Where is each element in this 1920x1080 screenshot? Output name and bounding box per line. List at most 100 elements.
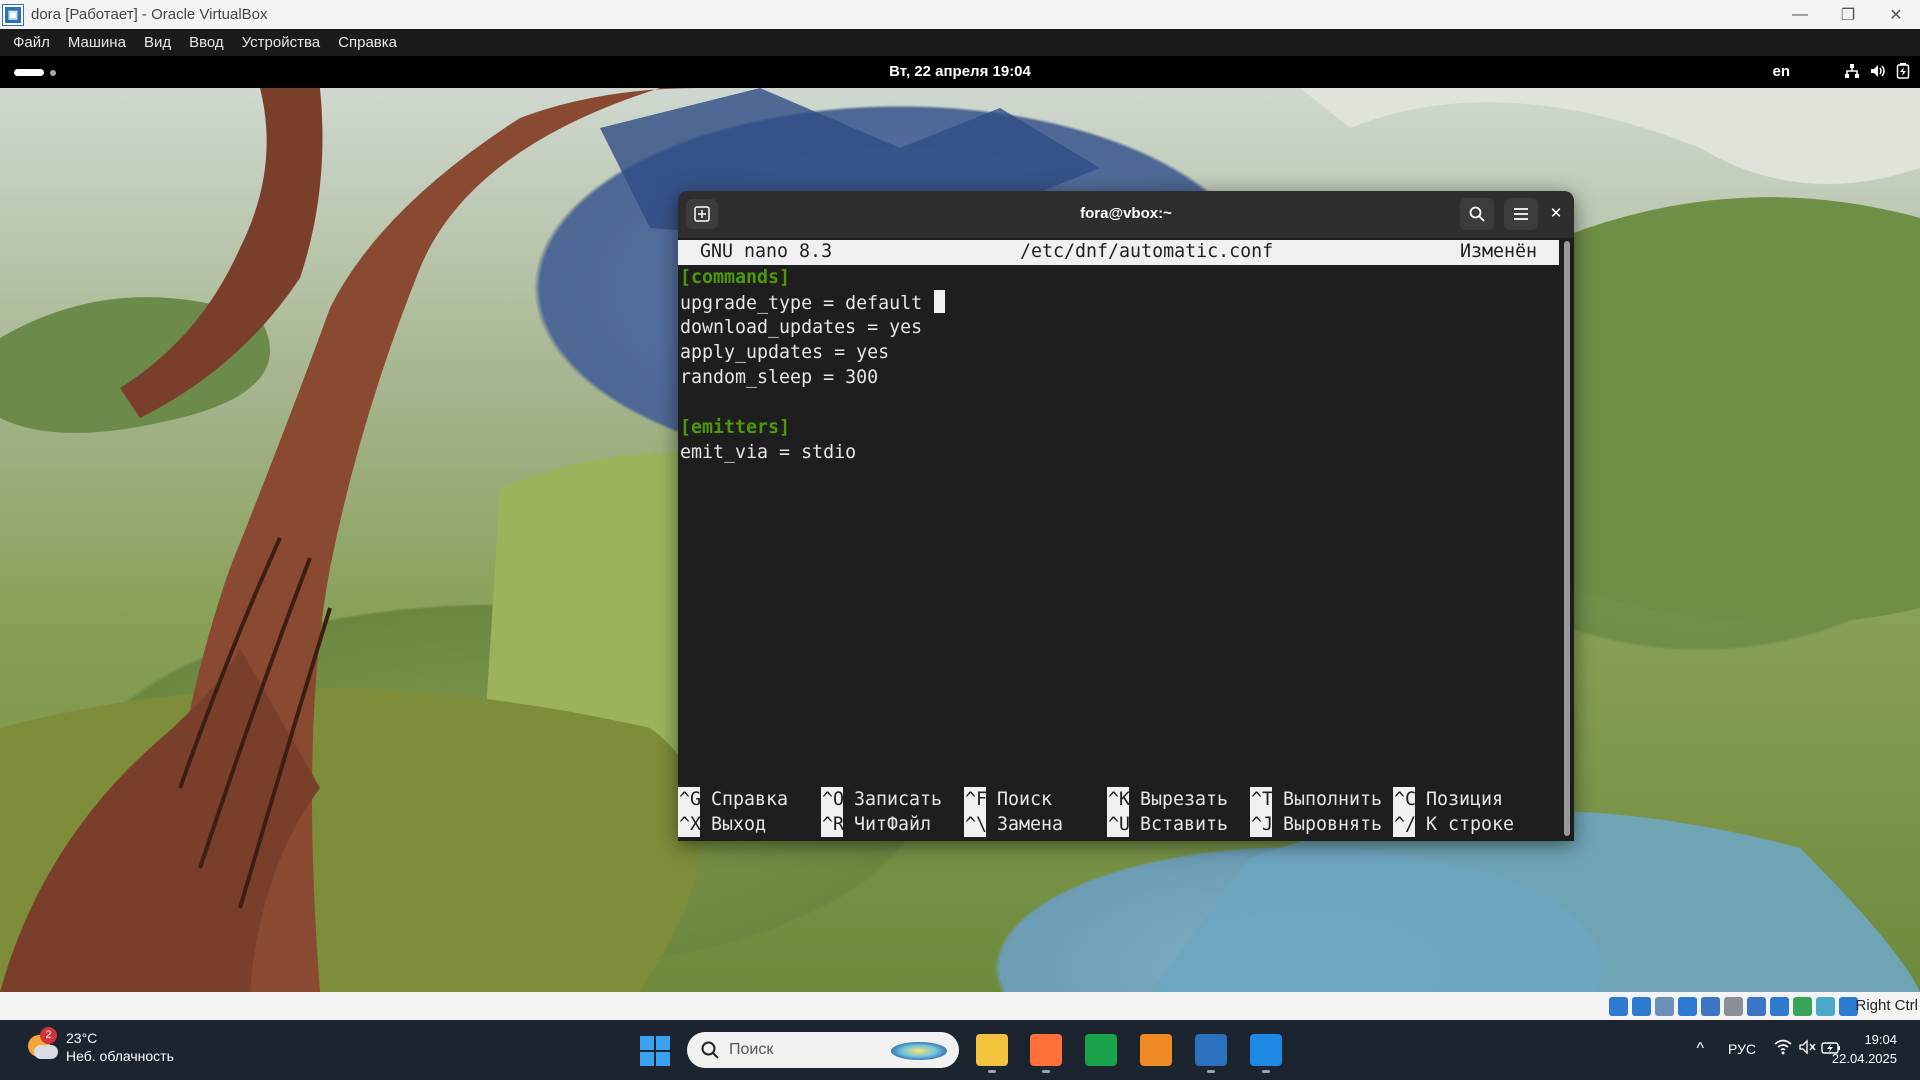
input-language[interactable]: РУС	[1728, 1041, 1756, 1057]
config-line-text: emit_via = stdio	[680, 442, 857, 463]
nano-text-area[interactable]: [commands] upgrade_type = default downloa…	[680, 265, 946, 465]
recording-icon[interactable]	[1770, 997, 1789, 1016]
running-indicator	[1207, 1070, 1215, 1073]
shortcut-label: Вырезать	[1140, 789, 1229, 810]
nano-shortcut[interactable]: ^O Записать	[821, 787, 964, 812]
shortcut-label: Выход	[711, 814, 767, 835]
taskbar-search[interactable]: Поиск	[687, 1032, 959, 1068]
shortcut-key: ^O	[821, 787, 845, 812]
usb-icon[interactable]	[1701, 997, 1720, 1016]
shortcut-key: ^X	[678, 812, 702, 837]
maximize-button[interactable]: ❐	[1824, 0, 1872, 29]
keyboard-layout-indicator[interactable]: en	[1772, 63, 1790, 80]
start-button[interactable]	[640, 1036, 670, 1066]
config-line: emit_via = stdio	[680, 440, 945, 465]
terminal-search-button[interactable]	[1460, 198, 1494, 230]
close-icon: ✕	[1549, 205, 1563, 222]
menu-input[interactable]: Ввод	[189, 34, 224, 51]
config-line: upgrade_type = default	[680, 290, 946, 315]
terminal-title: fora@vbox:~	[1080, 205, 1172, 222]
nano-shortcut[interactable]: ^\ Замена	[964, 812, 1107, 837]
menu-machine[interactable]: Машина	[68, 34, 126, 51]
minimize-button[interactable]: —	[1776, 0, 1824, 29]
network-adapter-icon[interactable]	[1678, 997, 1697, 1016]
nano-filename: /etc/dnf/automatic.conf	[1020, 241, 1274, 262]
cpu-icon[interactable]	[1793, 997, 1812, 1016]
nano-shortcut[interactable]: ^/ К строке	[1393, 812, 1536, 837]
terminal-menu-button[interactable]	[1504, 198, 1538, 230]
terminal-close-button[interactable]: ✕	[1546, 204, 1566, 224]
search-icon	[1469, 206, 1485, 222]
nano-modified-status: Изменён	[1459, 241, 1537, 262]
volume-icon	[1870, 63, 1886, 83]
shortcut-key: ^K	[1107, 787, 1131, 812]
config-section-header: [emitters]	[680, 415, 945, 440]
config-line: apply_updates = yes	[680, 340, 945, 365]
windows-taskbar: 2 23°C Неб. облачность Поиск ^ РУС 19:04…	[0, 1020, 1920, 1080]
nano-shortcut[interactable]: ^C Позиция	[1393, 787, 1536, 812]
gnome-topbar: Вт, 22 апреля 19:04 en	[0, 56, 1920, 88]
audio-icon[interactable]	[1655, 997, 1674, 1016]
config-section-header: [commands]	[680, 265, 945, 290]
close-icon: ✕	[1889, 6, 1903, 24]
running-indicator	[1262, 1070, 1270, 1073]
file-explorer-icon[interactable]	[976, 1034, 1008, 1066]
menu-view[interactable]: Вид	[144, 34, 171, 51]
shortcut-label: Записать	[854, 789, 943, 810]
config-line: random_sleep = 300	[680, 365, 945, 390]
firefox-icon[interactable]	[1030, 1034, 1062, 1066]
taskbar-clock[interactable]: 19:04 22.04.2025	[1832, 1030, 1897, 1068]
nano-shortcut[interactable]: ^U Вставить	[1107, 812, 1250, 837]
maximize-icon: ❐	[1840, 6, 1856, 24]
nano-shortcut[interactable]: ^X Выход	[678, 812, 821, 837]
nano-shortcut[interactable]: ^G Справка	[678, 787, 821, 812]
weather-description: Неб. облачность	[66, 1048, 174, 1064]
text-cursor	[934, 290, 946, 313]
virtualbox-icon[interactable]	[1250, 1034, 1282, 1066]
host-window-titlebar[interactable]: ▣ dora [Работает] - Oracle VirtualBox — …	[0, 0, 1920, 29]
close-button[interactable]: ✕	[1872, 0, 1920, 29]
optical-disk-icon[interactable]	[1632, 997, 1651, 1016]
weather-temperature: 23°C	[66, 1030, 98, 1046]
terminal-scrollbar[interactable]	[1564, 241, 1570, 836]
hamburger-menu-icon	[1514, 208, 1528, 220]
wifi-icon[interactable]	[1774, 1039, 1792, 1060]
menu-file[interactable]: Файл	[13, 34, 50, 51]
qc-icon[interactable]	[1085, 1034, 1117, 1066]
window-title: dora [Работает] - Oracle VirtualBox	[31, 6, 268, 23]
nano-shortcut[interactable]: ^R ЧитФайл	[821, 812, 964, 837]
clock-date: 22.04.2025	[1831, 1051, 1897, 1066]
shared-folders-icon[interactable]	[1724, 997, 1743, 1016]
search-placeholder: Поиск	[729, 1041, 774, 1058]
shortcut-label: Справка	[711, 789, 789, 810]
nano-shortcut[interactable]: ^F Поиск	[964, 787, 1107, 812]
nano-shortcut[interactable]: ^K Вырезать	[1107, 787, 1250, 812]
shortcut-label: Выполнить	[1283, 789, 1383, 810]
volume-muted-icon[interactable]	[1799, 1039, 1817, 1060]
battery-icon	[1896, 63, 1910, 83]
virtualbox-icon: ▣	[2, 3, 24, 26]
mouse-integration-icon[interactable]	[1816, 997, 1835, 1016]
gnome-clock[interactable]: Вт, 22 апреля 19:04	[0, 63, 1920, 80]
shortcut-label: ЧитФайл	[854, 814, 932, 835]
shortcut-key: ^U	[1107, 812, 1131, 837]
terminal-headerbar[interactable]: fora@vbox:~ ✕	[678, 191, 1574, 238]
weather-widget[interactable]: 2 23°C Неб. облачность	[26, 1027, 174, 1064]
vbox-statusbar: Right Ctrl	[0, 992, 1920, 1020]
nano-shortcut[interactable]: ^T Выполнить	[1250, 787, 1393, 812]
config-line-text: apply_updates = yes	[680, 342, 890, 363]
show-hidden-icons-button[interactable]: ^	[1696, 1040, 1704, 1058]
nano-shortcut[interactable]: ^J Выровнять	[1250, 812, 1393, 837]
nano-editor[interactable]: GNU nano 8.3 /etc/dnf/automatic.conf Изм…	[678, 238, 1562, 841]
visual-studio-icon[interactable]	[1195, 1034, 1227, 1066]
terminal-window[interactable]: fora@vbox:~ ✕ GNU nano 8.3 /etc/dnf/auto…	[678, 191, 1574, 841]
hard-disk-icon[interactable]	[1609, 997, 1628, 1016]
config-line: download_updates = yes	[680, 315, 945, 340]
menu-help[interactable]: Справка	[338, 34, 397, 51]
menu-devices[interactable]: Устройства	[242, 34, 320, 51]
sublime-text-icon[interactable]	[1140, 1034, 1172, 1066]
system-menu[interactable]	[1844, 63, 1910, 83]
search-highlight-art	[891, 1042, 947, 1060]
desktop-wallpaper: fora@vbox:~ ✕ GNU nano 8.3 /etc/dnf/auto…	[0, 88, 1920, 992]
display-icon[interactable]	[1747, 997, 1766, 1016]
